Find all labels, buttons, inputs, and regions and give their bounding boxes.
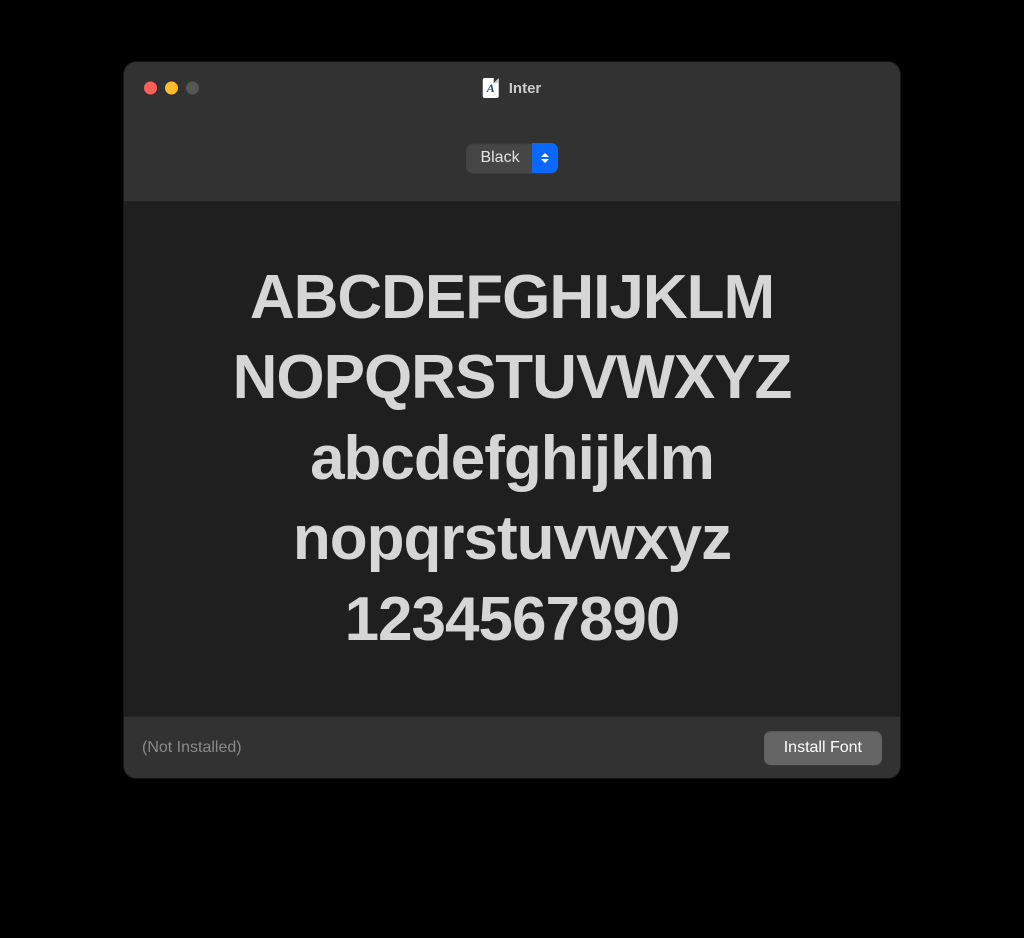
font-weight-label: Black — [466, 149, 531, 167]
font-preview-window: A Inter Black ABCDEFGHIJKLM NOPQRSTUVWXY… — [124, 62, 900, 778]
preview-line-upper-1: ABCDEFGHIJKLM — [250, 258, 774, 339]
font-file-icon: A — [483, 78, 499, 98]
close-button[interactable] — [144, 82, 157, 95]
font-weight-select[interactable]: Black — [466, 143, 557, 173]
footer: (Not Installed) Install Font — [124, 716, 900, 778]
dropdown-stepper-icon — [532, 143, 558, 173]
zoom-button — [186, 82, 199, 95]
install-status-label: (Not Installed) — [142, 739, 242, 757]
chevron-down-icon — [541, 159, 549, 163]
preview-line-upper-2: NOPQRSTUVWXYZ — [233, 338, 792, 419]
preview-line-lower-2: nopqrstuvwxyz — [293, 499, 731, 580]
toolbar: Black — [124, 114, 900, 202]
preview-line-digits: 1234567890 — [345, 580, 680, 661]
title-group: A Inter — [483, 78, 542, 98]
traffic-lights — [144, 82, 199, 95]
font-preview-area: ABCDEFGHIJKLM NOPQRSTUVWXYZ abcdefghijkl… — [124, 202, 900, 716]
preview-line-lower-1: abcdefghijklm — [310, 419, 714, 500]
window-title: Inter — [509, 80, 542, 97]
install-font-button[interactable]: Install Font — [764, 731, 882, 765]
chevron-up-icon — [541, 153, 549, 157]
titlebar[interactable]: A Inter — [124, 62, 900, 114]
minimize-button[interactable] — [165, 82, 178, 95]
